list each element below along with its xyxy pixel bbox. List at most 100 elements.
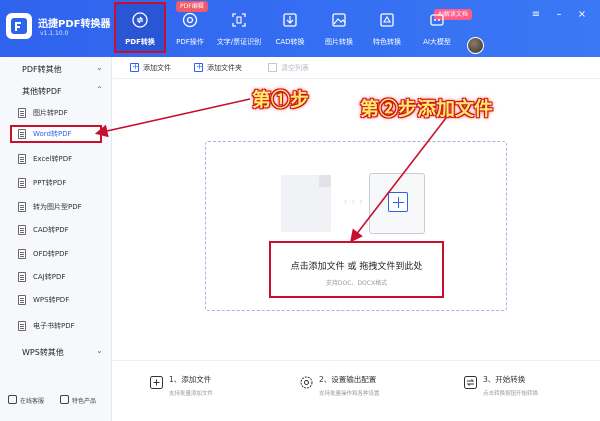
app-name: 迅捷PDF转换器	[38, 19, 111, 30]
convert-icon	[464, 376, 477, 389]
image-pdf-icon	[18, 202, 26, 212]
plus-icon[interactable]	[388, 192, 408, 212]
chevron-up-icon: ⌃	[96, 85, 103, 94]
footer-label: 特色产品	[72, 398, 97, 405]
sidebar-item-label: 电子书转PDF	[33, 322, 75, 330]
arrow-to-word-item	[94, 98, 251, 138]
sidebar-item-image-pdf[interactable]: 转为图片型PDF	[10, 198, 102, 216]
chevron-down-icon: ⌄	[96, 63, 103, 72]
tab-label: 特色转换	[373, 38, 401, 46]
add-folder-button[interactable]: 添加文件夹	[194, 62, 258, 74]
tab-label: AI大模型	[423, 38, 451, 46]
app-header: 迅捷PDF转换器 v1.1.10.0 PDF转换 PDF编辑 PDF操作 文字/…	[0, 0, 600, 57]
cad-file-icon	[18, 225, 26, 235]
tab-cad[interactable]: CAD转换	[270, 6, 310, 52]
sidebar-group-title: PDF转其他	[22, 65, 62, 74]
step-desc: 支持批量操作和各种设置	[319, 391, 380, 397]
arrows-icon: › › ›	[344, 197, 364, 206]
sidebar-item-label: Excel转PDF	[33, 155, 73, 163]
sidebar-item-label: Word转PDF	[33, 130, 72, 138]
menu-icon[interactable]: ≡	[530, 9, 542, 21]
step-title: 3、开始转换	[483, 375, 526, 384]
sidebar-item-label: 转为图片型PDF	[33, 203, 82, 211]
step-title: 2、设置输出配置	[319, 375, 377, 384]
tab-label: PDF操作	[176, 38, 204, 46]
tab-label: 文字/票证识别	[216, 38, 262, 46]
featured-products-link[interactable]: 特色产品	[60, 394, 108, 408]
sidebar-item-ebook-to-pdf[interactable]: 电子书转PDF	[10, 317, 102, 335]
step-start-convert: 3、开始转换 点击转换按钮开始转换	[464, 371, 596, 401]
add-file-button[interactable]: 添加文件	[130, 62, 186, 74]
sidebar-group-other-to-pdf[interactable]: 其他转PDF ⌃	[0, 82, 112, 100]
minimize-icon[interactable]: –	[553, 9, 565, 21]
clear-list-button[interactable]: 清空列表	[268, 62, 324, 74]
tab-pdf-convert[interactable]: PDF转换	[114, 2, 166, 53]
drop-hint-box[interactable]: 点击添加文件 或 拖拽文件到此处 支持DOC、DOCX格式	[269, 241, 444, 298]
online-service-link[interactable]: 在线客服	[8, 394, 56, 408]
add-file-icon	[150, 376, 163, 389]
pdf-edit-icon	[182, 12, 198, 28]
wps-file-icon	[18, 295, 26, 305]
file-drop-zone[interactable]: › › › 点击添加文件 或 拖拽文件到此处 支持DOC、DOCX格式	[205, 141, 507, 311]
tab-image[interactable]: 图片转换	[318, 6, 360, 52]
sidebar-group-pdf-to-other[interactable]: PDF转其他 ⌄	[0, 60, 112, 78]
sidebar: PDF转其他 ⌄ 其他转PDF ⌃ 图片转PDF Word转PDF Excel转…	[0, 57, 112, 421]
toolbar-label: 清空列表	[281, 64, 309, 72]
trash-icon	[268, 63, 277, 72]
step-desc: 点击转换按钮开始转换	[483, 391, 539, 397]
word-file-icon	[18, 129, 26, 139]
sidebar-group-title: WPS转其他	[22, 348, 64, 357]
toolbar-label: 添加文件	[143, 64, 171, 72]
sidebar-group-wps-to-other[interactable]: WPS转其他 ⌄	[0, 343, 112, 361]
sidebar-item-wps-to-pdf[interactable]: WPS转PDF	[10, 291, 102, 309]
sidebar-item-ppt-to-pdf[interactable]: PPT转PDF	[10, 174, 102, 192]
step-output-settings: 2、设置输出配置 支持批量操作和各种设置	[300, 371, 440, 401]
logo-icon	[11, 18, 27, 34]
gift-icon	[60, 395, 69, 404]
tab-pdf-edit[interactable]: PDF操作	[170, 6, 210, 52]
sidebar-item-cad-to-pdf[interactable]: CAD转PDF	[10, 221, 102, 239]
image-file-icon	[18, 108, 26, 118]
annotation-step-2: 第②步添加文件	[360, 98, 494, 120]
file-toolbar: 添加文件 添加文件夹 清空列表	[113, 57, 600, 79]
close-icon[interactable]: ×	[576, 9, 588, 21]
caj-file-icon	[18, 272, 26, 282]
tab-label: 图片转换	[325, 38, 353, 46]
sidebar-item-label: OFD转PDF	[33, 250, 69, 258]
ocr-scan-icon	[232, 13, 246, 27]
tab-ai-model[interactable]: AI大模型	[416, 6, 458, 52]
sidebar-item-label: CAD转PDF	[33, 226, 69, 234]
pdf-convert-icon	[132, 12, 148, 28]
app-version: v1.1.10.0	[40, 30, 69, 37]
tab-special[interactable]: 特色转换	[366, 6, 408, 52]
special-convert-icon	[380, 13, 394, 27]
cad-icon	[283, 13, 297, 27]
sidebar-item-ofd-to-pdf[interactable]: OFD转PDF	[10, 245, 102, 263]
footer-label: 在线客服	[20, 398, 45, 405]
ai-model-icon	[430, 14, 444, 26]
sidebar-item-word-to-pdf[interactable]: Word转PDF	[10, 125, 102, 143]
drop-hint-text: 点击添加文件 或 拖拽文件到此处	[290, 262, 423, 272]
steps-bar: 1、添加文件 支持批量添加文件 2、设置输出配置 支持批量操作和各种设置 3、开…	[113, 360, 600, 410]
sidebar-item-label: PPT转PDF	[33, 179, 67, 187]
supported-formats-text: 支持DOC、DOCX格式	[325, 280, 388, 287]
add-folder-icon	[194, 62, 203, 72]
settings-icon	[300, 376, 313, 389]
excel-file-icon	[18, 154, 26, 164]
ebook-file-icon	[18, 321, 26, 331]
sidebar-item-caj-to-pdf[interactable]: CAJ转PDF	[10, 268, 102, 286]
sidebar-item-excel-to-pdf[interactable]: Excel转PDF	[10, 150, 102, 168]
ofd-file-icon	[18, 249, 26, 259]
step-add-file: 1、添加文件 支持批量添加文件	[150, 371, 280, 401]
image-icon	[332, 13, 346, 27]
sidebar-item-label: CAJ转PDF	[33, 273, 66, 281]
sidebar-item-label: 图片转PDF	[33, 109, 68, 117]
sidebar-item-image-to-pdf[interactable]: 图片转PDF	[10, 104, 102, 122]
tab-label: PDF转换	[125, 38, 155, 46]
user-avatar[interactable]	[467, 37, 484, 54]
add-file-icon	[130, 62, 139, 72]
tab-ocr[interactable]: 文字/票证识别	[212, 6, 266, 52]
chevron-down-icon: ⌄	[96, 346, 103, 355]
tab-label: CAD转换	[275, 38, 305, 46]
sidebar-group-title: 其他转PDF	[22, 87, 62, 96]
